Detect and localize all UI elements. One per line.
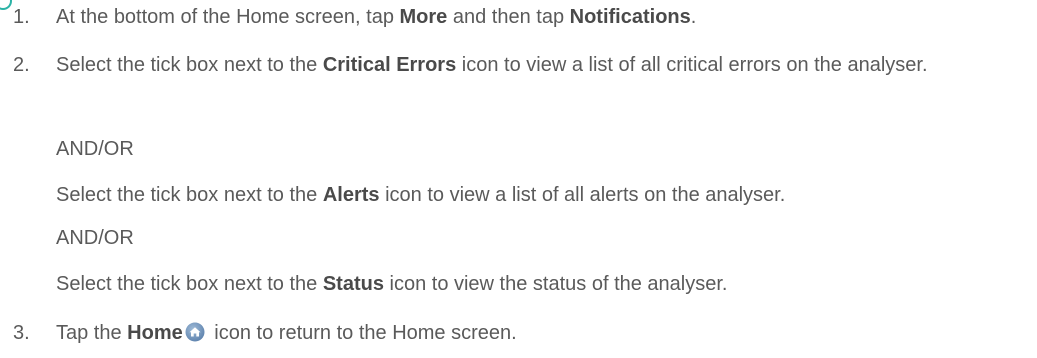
alerts-paragraph: Select the tick box next to the Alerts i… <box>56 180 1029 210</box>
ui-term-home: Home <box>127 322 183 344</box>
step-text-part: Select the tick box next to the <box>56 54 323 76</box>
step-text-part: Select the tick box next to the <box>56 273 323 295</box>
ui-term-critical-errors: Critical Errors <box>322 54 457 76</box>
status-paragraph: Select the tick box next to the Status i… <box>56 269 1029 299</box>
step-text: Select the tick box next to the Critical… <box>56 50 1022 80</box>
step-number: 2. <box>13 54 30 76</box>
step-text-part: . <box>690 6 697 28</box>
step-number: 1. <box>13 6 30 28</box>
step-text-part: Tap the <box>56 322 128 344</box>
step-text: Tap the Home icon to return to the Home … <box>56 318 1022 348</box>
ui-term-more: More <box>399 6 448 28</box>
home-icon <box>185 321 205 342</box>
step-text-part: At the bottom of the Home screen, tap <box>56 6 400 28</box>
section-marker-icon <box>0 0 12 10</box>
step-text-part: icon to return to the Home screen. <box>208 322 517 344</box>
and-or-text: AND/OR <box>56 138 134 160</box>
step-text: At the bottom of the Home screen, tap Mo… <box>56 2 1022 32</box>
ui-term-status: Status <box>322 273 384 295</box>
ui-term-alerts: Alerts <box>322 184 380 206</box>
step-text-part: and then tap <box>447 6 570 28</box>
step-text-part: icon to view a list of all alerts on the… <box>379 184 786 206</box>
step-text-part: Select the tick box next to the <box>56 184 323 206</box>
ui-term-notifications: Notifications <box>569 6 691 28</box>
step-text-part: icon to view the status of the analyser. <box>383 273 728 295</box>
step-number: 3. <box>13 322 30 344</box>
and-or-text: AND/OR <box>56 227 134 249</box>
step-text-part: icon to view a list of all critical erro… <box>456 54 928 76</box>
